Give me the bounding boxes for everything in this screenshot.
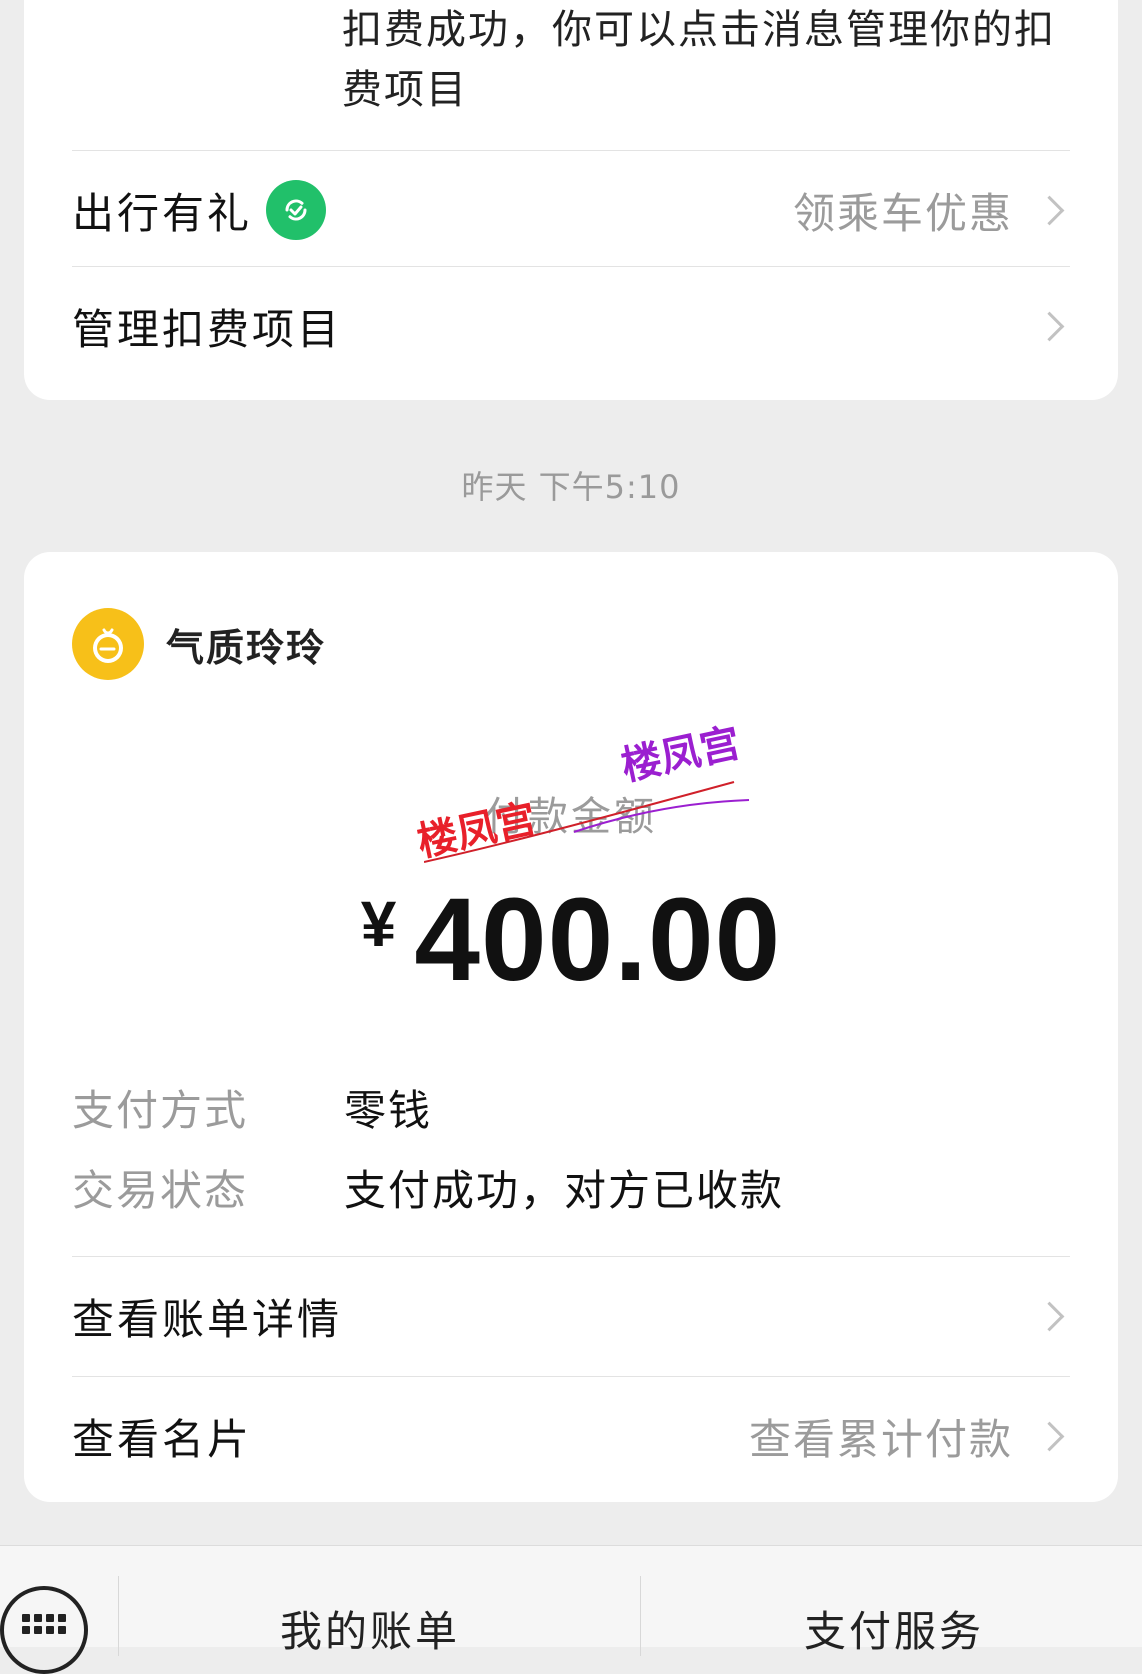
amount-value: 400.00 <box>414 874 782 1006</box>
travel-gift-row[interactable]: 出行有礼 领乘车优惠 <box>72 150 1070 270</box>
transaction-status-value: 支付成功，对方已收款 <box>344 1165 785 1215</box>
travel-gift-label: 出行有礼 <box>72 188 253 238</box>
payment-receipt-card[interactable]: 气质玲玲 付款金额 楼凤宫 楼凤宫 ¥400.00 支付方式 零钱 交易状态 支… <box>24 552 1118 1502</box>
manage-deductions-label: 管理扣费项目 <box>72 304 343 354</box>
payment-services-tab[interactable]: 支付服务 <box>804 1598 984 1659</box>
watermark-stroke <box>424 781 750 863</box>
merchant-name: 气质玲玲 <box>166 625 327 670</box>
deduction-message: 扣费成功，你可以点击消息管理你的扣费项目 <box>342 7 1056 113</box>
bill-details-row[interactable]: 查看账单详情 <box>72 1256 1070 1376</box>
divider <box>640 1576 641 1656</box>
transaction-status-row: 交易状态 支付成功，对方已收款 <box>72 1152 784 1222</box>
merchant-avatar-icon <box>72 608 144 680</box>
bottom-menu-bar: 我的账单 支付服务 <box>0 1545 1142 1674</box>
travel-gift-hint: 领乘车优惠 <box>792 188 1013 238</box>
my-bills-tab[interactable]: 我的账单 <box>280 1598 460 1659</box>
message-timestamp: 昨天 下午5:10 <box>461 468 681 506</box>
transaction-status-key: 交易状态 <box>72 1165 249 1215</box>
deduction-notice-card: 扣费成功，你可以点击消息管理你的扣费项目 出行有礼 领乘车优惠 管理扣费项目 <box>24 0 1118 400</box>
bill-details-label: 查看账单详情 <box>72 1294 343 1344</box>
chevron-right-icon <box>1034 311 1065 341</box>
payment-method-row: 支付方式 零钱 <box>72 1072 432 1142</box>
keyboard-icon[interactable] <box>0 1586 88 1674</box>
currency-symbol: ¥ <box>360 888 397 960</box>
payment-amount: ¥400.00 <box>24 872 1118 1008</box>
chevron-right-icon <box>1034 1301 1065 1331</box>
payment-method-key: 支付方式 <box>72 1085 249 1135</box>
refresh-badge-icon <box>266 180 327 240</box>
chevron-right-icon <box>1034 195 1065 225</box>
divider <box>118 1576 119 1656</box>
chevron-right-icon <box>1034 1421 1065 1451</box>
payment-method-value: 零钱 <box>344 1085 433 1135</box>
business-card-row[interactable]: 查看名片 查看累计付款 <box>72 1376 1070 1496</box>
cumulative-payment-hint: 查看累计付款 <box>748 1414 1013 1464</box>
business-card-label: 查看名片 <box>72 1414 253 1464</box>
merchant-header: 气质玲玲 <box>72 608 326 680</box>
manage-deductions-row[interactable]: 管理扣费项目 <box>72 266 1070 386</box>
